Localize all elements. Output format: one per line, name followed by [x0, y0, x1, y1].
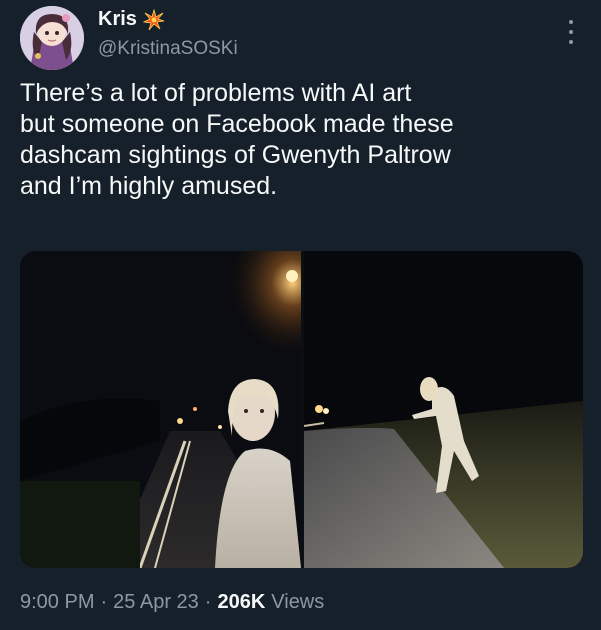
media-grid [20, 251, 583, 568]
name-row: Kris [98, 8, 165, 31]
tweet-date[interactable]: 25 Apr 23 [113, 591, 199, 614]
avatar[interactable] [20, 6, 84, 70]
media-photo-2[interactable] [304, 251, 583, 568]
tweet-meta: 9:00 PM · 25 Apr 23 · 206K Views [20, 591, 324, 614]
tweet-time[interactable]: 9:00 PM [20, 591, 94, 614]
tweet-text: There’s a lot of problems with AI art bu… [20, 79, 454, 200]
sparkle-burst-icon [142, 8, 165, 31]
display-name[interactable]: Kris [98, 8, 137, 31]
anime-character-avatar-icon [20, 6, 84, 70]
separator: · [100, 591, 108, 613]
views-count: 206K [217, 591, 266, 613]
views-label: Views [271, 591, 325, 613]
more-options-icon[interactable] [561, 20, 581, 44]
user-handle[interactable]: @KristinaSOSKi [98, 38, 238, 60]
media-photo-1[interactable] [20, 251, 301, 568]
tweet: Kris @KristinaSOSKi There’s a lot of pro… [0, 0, 601, 630]
separator: · [204, 591, 212, 613]
